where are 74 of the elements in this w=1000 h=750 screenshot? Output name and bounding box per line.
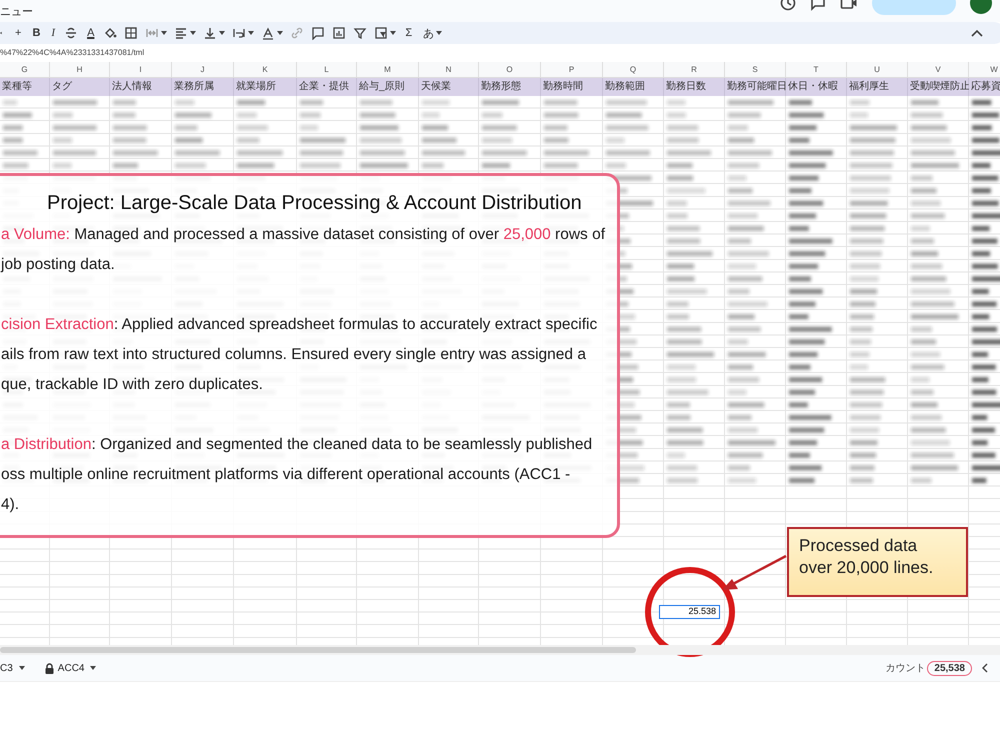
menu-label[interactable]: ニュー	[0, 4, 33, 18]
text-wrap-icon[interactable]	[232, 26, 254, 40]
column-letter[interactable]: V	[908, 62, 969, 78]
filter-view-icon[interactable]	[374, 26, 396, 40]
header-cell: 勤務形態	[479, 78, 541, 96]
text-color-button[interactable]: A	[85, 27, 96, 39]
paragraph-line: a Distribution: Organized and segmented the cleaned data to be seamlessly published	[1, 435, 592, 455]
header-cell: 給与_原則	[357, 78, 419, 96]
header-cell: 勤務範囲	[603, 78, 664, 96]
paint-bucket-icon[interactable]	[103, 26, 118, 40]
merge-cells-icon[interactable]	[145, 26, 168, 40]
column-letter[interactable]: U	[847, 62, 908, 78]
header-cell: 企業・提供	[297, 78, 357, 96]
toolbar-button[interactable]: あ	[421, 26, 444, 40]
column-letter[interactable]: N	[419, 62, 479, 78]
header-cell: 勤務時間	[541, 78, 603, 96]
column-letter[interactable]: J	[172, 62, 234, 78]
header-cell: 業務所属	[172, 78, 234, 96]
toolbar-button[interactable]: +	[13, 27, 24, 39]
toolbar-button[interactable]: Σ	[403, 27, 414, 39]
paragraph-line: ails from raw text into structured columns. Ensured every single entry was assigned a	[1, 345, 586, 365]
header-cell: 業種等	[0, 78, 50, 96]
column-letter[interactable]: K	[234, 62, 297, 78]
overlay-title: Project: Large-Scale Data Processing & Account Distribution	[46, 191, 583, 216]
status-value[interactable]: 25,538	[927, 660, 972, 676]
header-cell: 天候業	[419, 78, 479, 96]
paragraph-line: que, trackable ID with zero duplicates.	[1, 375, 263, 395]
column-letter[interactable]: O	[479, 62, 541, 78]
align-left-icon[interactable]	[174, 26, 196, 40]
header-cell: 就業場所	[234, 78, 297, 96]
lock-icon	[44, 662, 54, 674]
column-letter[interactable]: H	[50, 62, 110, 78]
column-letter[interactable]: T	[786, 62, 847, 78]
status-label: カウント	[885, 662, 926, 675]
column-letter[interactable]: M	[357, 62, 419, 78]
header-cell: 休日・休暇	[786, 78, 847, 96]
column-letter[interactable]: Q	[603, 62, 664, 78]
header-cell: 勤務日数	[664, 78, 725, 96]
comment-icon[interactable]	[311, 26, 326, 40]
strikethrough-icon[interactable]	[64, 26, 78, 40]
paragraph-line: 4).	[1, 495, 20, 515]
column-letter[interactable]: L	[297, 62, 357, 78]
column-letter[interactable]: P	[541, 62, 603, 78]
selected-cell[interactable]: 25.538	[659, 605, 720, 619]
filter-icon[interactable]	[353, 26, 368, 40]
sheet-tab[interactable]: C3	[0, 660, 31, 676]
toolbar-button[interactable]: I	[49, 27, 58, 39]
header-cell: 勤務可能曜日	[725, 78, 786, 96]
callout-text: Processed data over 20,000 lines.	[799, 535, 934, 579]
header-cell: 福利厚生	[847, 78, 908, 96]
collapse-icon[interactable]	[971, 29, 983, 37]
header-cell: タグ	[50, 78, 110, 96]
column-letter[interactable]: G	[0, 62, 50, 78]
paragraph-line: cision Extraction: Applied advanced spreadsheet formulas to accurately extract specific	[1, 315, 598, 335]
header-cell: 法人情報	[110, 78, 172, 96]
paragraph-line: oss multiple online recruitment platforms via different operational accounts (ACC1 -	[1, 465, 570, 485]
column-letter[interactable]: I	[110, 62, 172, 78]
caret-icon	[90, 666, 96, 670]
toolbar-button[interactable]: B	[30, 27, 42, 39]
scrollbar-thumb[interactable]	[0, 647, 636, 653]
expand-icon[interactable]	[982, 663, 988, 673]
arrow	[721, 554, 787, 592]
header-cell: 受動喫煙防止	[908, 78, 969, 96]
align-bottom-icon[interactable]	[203, 26, 226, 40]
borders-icon[interactable]	[124, 26, 138, 40]
caret-icon	[18, 666, 25, 670]
column-letter[interactable]: R	[664, 62, 725, 78]
text-rotate-icon[interactable]	[261, 26, 284, 40]
chart-icon[interactable]	[332, 26, 346, 40]
sheet-tab[interactable]: ACC4	[44, 660, 102, 676]
column-letter[interactable]: W	[969, 62, 1000, 78]
paragraph-line: a Volume: Managed and processed a massive dataset consisting of over 25,000 rows of	[1, 225, 606, 245]
paragraph-line: job posting data.	[1, 255, 115, 275]
column-letter[interactable]: S	[725, 62, 786, 78]
